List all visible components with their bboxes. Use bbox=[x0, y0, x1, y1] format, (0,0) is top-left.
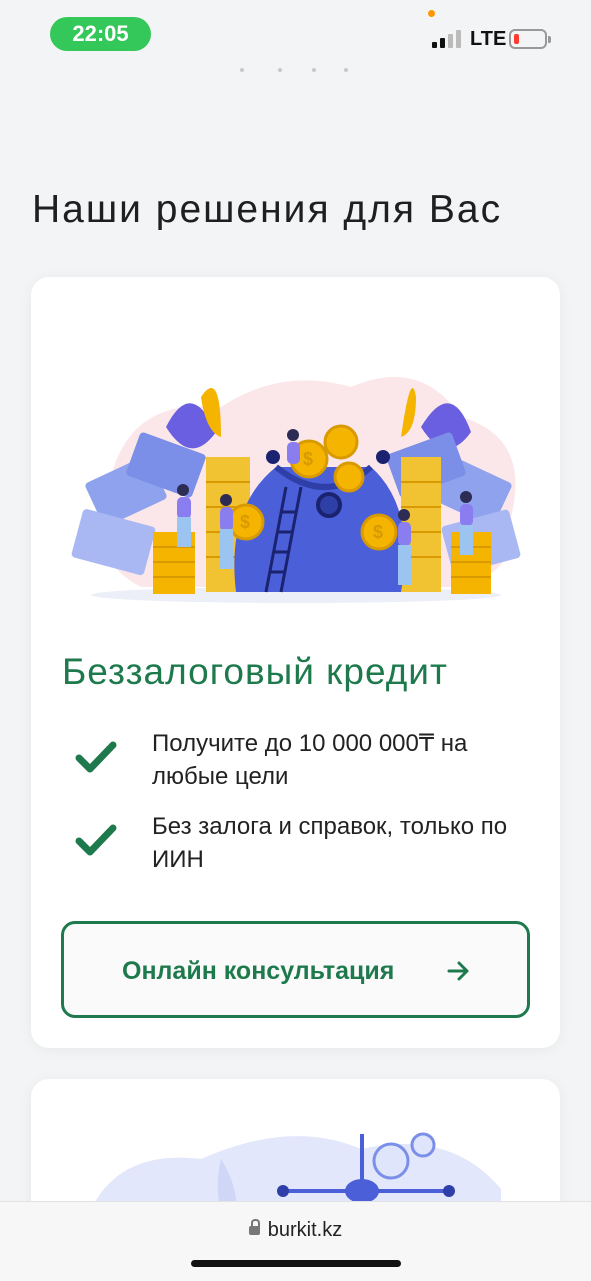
svg-text:$: $ bbox=[240, 512, 250, 532]
loading-dots bbox=[240, 68, 360, 74]
page-title: Наши решения для Вас bbox=[32, 188, 503, 231]
money-wallet-illustration: $ $ $ bbox=[71, 377, 521, 603]
status-bar: 22:05 LTE bbox=[0, 0, 591, 64]
browser-url-bar[interactable]: burkit.kz bbox=[0, 1201, 591, 1281]
online-consultation-button[interactable]: Онлайн консультация bbox=[61, 921, 530, 1018]
cellular-signal-icon bbox=[432, 30, 464, 48]
battery-icon bbox=[509, 29, 551, 49]
product-card-unsecured-credit: $ $ $ Беззалоговый кредит Получите до 10 0… bbox=[31, 277, 560, 1048]
check-icon bbox=[75, 824, 117, 856]
online-consultation-label: Онлайн консультация bbox=[122, 957, 395, 985]
home-indicator[interactable] bbox=[191, 1260, 401, 1267]
card-title: Беззалоговый кредит bbox=[62, 651, 448, 692]
arrow-right-icon bbox=[447, 961, 469, 981]
privacy-indicator-dot bbox=[428, 10, 435, 17]
svg-text:$: $ bbox=[373, 522, 383, 542]
lock-icon bbox=[248, 1219, 260, 1236]
feature-text: Получите до 10 000 000₸ на любые цели bbox=[152, 730, 468, 790]
feature-text: Без залога и справок, только по ИИН bbox=[152, 813, 508, 873]
svg-text:$: $ bbox=[303, 449, 313, 469]
status-time: 22:05 bbox=[50, 17, 151, 51]
network-type: LTE bbox=[470, 28, 507, 50]
url-text: burkit.kz bbox=[267, 1219, 343, 1241]
check-icon bbox=[75, 741, 117, 773]
url-display[interactable]: burkit.kz bbox=[0, 1219, 591, 1242]
